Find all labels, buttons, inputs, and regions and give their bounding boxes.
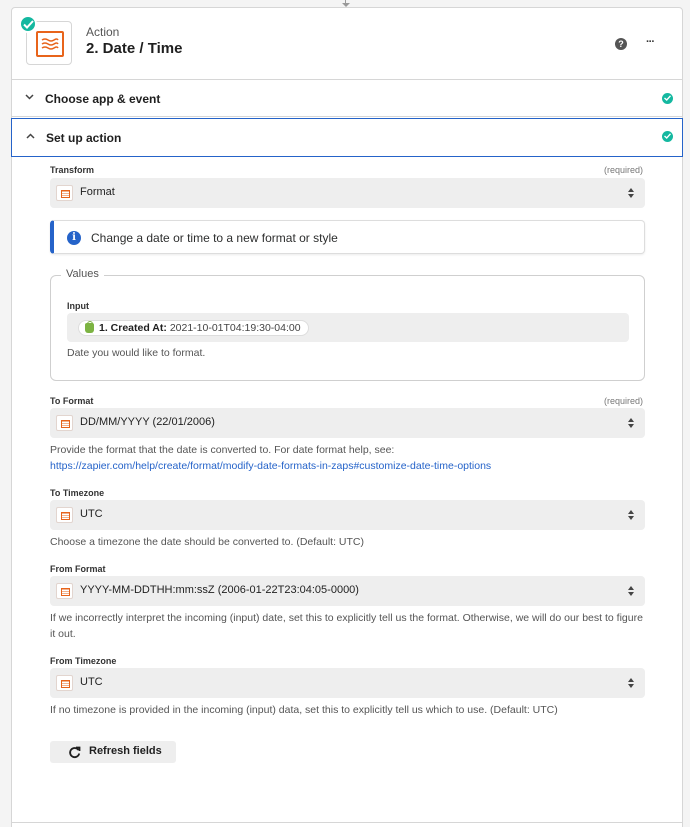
step-card: Action 2. Date / Time ? ··· Choose app &…: [11, 7, 683, 827]
from-format-label: From Format: [50, 564, 106, 574]
mapped-field-pill[interactable]: 1. Created At: 2021-10-01T04:19:30-04:00: [78, 320, 309, 336]
step-kicker: Action: [86, 25, 120, 39]
required-indicator: (required): [603, 165, 643, 175]
input-label: Input: [67, 301, 89, 311]
from-timezone-help: If no timezone is provided in the incomi…: [50, 704, 558, 716]
section-complete-check-icon: [662, 93, 673, 104]
pill-step-label: 1. Created At:: [99, 322, 167, 334]
to-timezone-select[interactable]: UTC: [50, 500, 645, 530]
section-choose-app-event[interactable]: Choose app & event: [12, 81, 682, 117]
select-value: Format: [80, 186, 115, 198]
info-text: Change a date or time to a new format or…: [91, 231, 338, 245]
section-label: Choose app & event: [45, 92, 161, 106]
info-callout: i Change a date or time to a new format …: [50, 220, 645, 254]
divider: [12, 822, 682, 823]
formatter-icon: [56, 583, 73, 599]
info-icon: i: [67, 231, 81, 245]
to-format-help: Provide the format that the date is conv…: [50, 442, 650, 474]
date-format-help-link[interactable]: https://zapier.com/help/create/format/mo…: [50, 458, 650, 474]
select-value: UTC: [80, 508, 103, 520]
more-options-icon[interactable]: ···: [646, 37, 660, 50]
section-set-up-action[interactable]: Set up action: [11, 118, 683, 157]
shopify-icon: [85, 321, 94, 333]
select-value: UTC: [80, 676, 103, 688]
formatter-icon: [56, 415, 73, 431]
to-format-select[interactable]: DD/MM/YYYY (22/01/2006): [50, 408, 645, 438]
step-header[interactable]: Action 2. Date / Time ? ···: [12, 8, 682, 80]
to-timezone-label: To Timezone: [50, 488, 105, 498]
from-timezone-select[interactable]: UTC: [50, 668, 645, 698]
to-timezone-help: Choose a timezone the date should be con…: [50, 536, 365, 548]
pill-value: 2021-10-01T04:19:30-04:00: [169, 322, 301, 334]
values-group: Values Input 1. Created At: 2021-10-01T0…: [50, 268, 645, 381]
section-complete-check-icon: [662, 131, 673, 142]
to-format-label: To Format: [50, 396, 94, 406]
formatter-icon: [56, 185, 73, 201]
step-title: 2. Date / Time: [86, 40, 183, 57]
chevron-up-icon: [26, 133, 35, 139]
chevron-down-icon: [25, 94, 34, 100]
formatter-icon: [36, 31, 64, 57]
refresh-fields-label: Refresh fields: [89, 745, 162, 757]
input-help-text: Date you would like to format.: [67, 347, 206, 359]
sort-arrows-icon: [628, 418, 634, 428]
refresh-fields-button[interactable]: Refresh fields: [50, 741, 176, 763]
formatter-icon: [56, 675, 73, 691]
to-format-help-text: Provide the format that the date is conv…: [50, 444, 395, 456]
refresh-icon: [69, 746, 81, 759]
step-complete-check-icon: [19, 15, 37, 33]
required-indicator: (required): [603, 396, 643, 406]
values-legend: Values: [61, 268, 104, 280]
sort-arrows-icon: [628, 586, 634, 596]
transform-label: Transform: [50, 165, 95, 175]
help-icon[interactable]: ?: [615, 38, 627, 50]
from-timezone-label: From Timezone: [50, 656, 117, 666]
select-value: YYYY-MM-DDTHH:mm:ssZ (2006-01-22T23:04:0…: [80, 584, 359, 596]
section-label: Set up action: [46, 131, 122, 145]
sort-arrows-icon: [628, 678, 634, 688]
select-value: DD/MM/YYYY (22/01/2006): [80, 416, 215, 428]
input-field[interactable]: 1. Created At: 2021-10-01T04:19:30-04:00: [67, 313, 629, 342]
from-format-select[interactable]: YYYY-MM-DDTHH:mm:ssZ (2006-01-22T23:04:0…: [50, 576, 645, 606]
from-format-help: If we incorrectly interpret the incoming…: [50, 612, 643, 640]
sort-arrows-icon: [628, 188, 634, 198]
transform-select[interactable]: Format: [50, 178, 645, 208]
formatter-icon: [56, 507, 73, 523]
sort-arrows-icon: [628, 510, 634, 520]
